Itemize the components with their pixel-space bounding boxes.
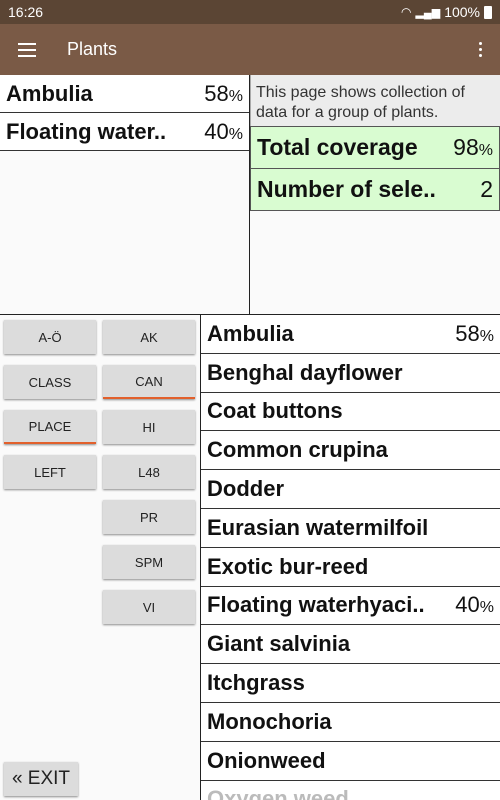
selected-value: 58 — [204, 80, 229, 106]
selected-name: Floating water.. — [6, 118, 167, 144]
plant-row[interactable]: Coat buttons — [201, 393, 500, 432]
menu-button[interactable] — [0, 24, 54, 75]
app-bar: Plants — [0, 24, 500, 75]
selected-unit: % — [228, 87, 243, 105]
region-can-button[interactable]: CAN — [103, 365, 195, 399]
place-button[interactable]: PLACE — [4, 410, 96, 444]
battery-icon — [484, 5, 492, 19]
description-text: This page shows collection of data for a… — [250, 75, 500, 127]
plant-value: 40 — [455, 592, 480, 618]
status-time: 16:26 — [8, 4, 44, 20]
plant-name: Floating waterhyaci.. — [207, 592, 425, 618]
plant-name: Monochoria — [207, 708, 332, 734]
selection-count-label: Number of sele.. — [257, 176, 436, 202]
sort-alpha-button[interactable]: A-Ö — [4, 320, 96, 354]
plant-unit: % — [479, 599, 494, 617]
plant-value: 58 — [455, 320, 480, 346]
selected-row[interactable]: Ambulia 58% — [0, 75, 249, 113]
plant-row[interactable]: Eurasian watermilfoil — [201, 509, 500, 548]
plant-name: Benghal dayflower — [207, 359, 403, 385]
plant-row[interactable]: Itchgrass — [201, 664, 500, 703]
plant-name: Eurasian watermilfoil — [207, 514, 429, 540]
overflow-menu-button[interactable] — [460, 24, 500, 75]
filter-button-panel: A-Ö CLASS PLACE LEFT AK CAN HI L48 PR SP… — [0, 315, 200, 800]
plant-name: Giant salvinia — [207, 631, 351, 657]
plant-name: Onionweed — [207, 747, 326, 773]
exit-button[interactable]: « EXIT — [4, 762, 78, 796]
plant-row[interactable]: Exotic bur-reed — [201, 548, 500, 587]
plant-name: Exotic bur-reed — [207, 553, 369, 579]
page-title: Plants — [67, 39, 118, 59]
signal-icon: ▂▄▆ — [415, 6, 441, 19]
region-vi-button[interactable]: VI — [103, 590, 195, 624]
wifi-icon: ◠ — [400, 5, 412, 19]
region-pr-button[interactable]: PR — [103, 500, 195, 534]
plant-name: Ambulia — [207, 320, 294, 346]
plant-row[interactable]: Oxygen weed — [201, 781, 500, 800]
plant-row[interactable]: Benghal dayflower — [201, 354, 500, 393]
total-coverage-value: 98 — [453, 134, 479, 160]
class-button[interactable]: CLASS — [4, 365, 96, 399]
selected-name: Ambulia — [6, 80, 93, 106]
plant-name: Oxygen weed — [207, 786, 349, 800]
selection-count-row: Number of sele.. 2 — [250, 168, 500, 211]
info-panel: This page shows collection of data for a… — [250, 75, 500, 314]
left-button[interactable]: LEFT — [4, 455, 96, 489]
selected-unit: % — [228, 125, 243, 143]
hamburger-icon — [18, 42, 36, 57]
plant-name: Dodder — [207, 476, 284, 502]
status-bar: 16:26 ◠ ▂▄▆ 100% — [0, 0, 500, 24]
total-coverage-row: Total coverage 98% — [250, 126, 500, 169]
plant-unit: % — [479, 327, 494, 345]
plant-row[interactable]: Dodder — [201, 470, 500, 509]
selection-count-value: 2 — [480, 176, 493, 202]
selected-plants-panel: Ambulia 58% Floating water.. 40% — [0, 75, 250, 314]
plant-row[interactable]: Floating waterhyaci.. 40% — [201, 587, 500, 626]
selected-value: 40 — [204, 118, 229, 144]
region-hi-button[interactable]: HI — [103, 410, 195, 444]
selected-row[interactable]: Floating water.. 40% — [0, 113, 249, 151]
plant-row[interactable]: Monochoria — [201, 703, 500, 742]
total-coverage-unit: % — [478, 142, 493, 159]
plant-row[interactable]: Ambulia 58% — [201, 315, 500, 354]
battery-percent: 100% — [444, 4, 480, 20]
plant-list: Ambulia 58% Benghal dayflower Coat butto… — [200, 315, 500, 800]
plant-name: Common crupina — [207, 437, 388, 463]
region-spm-button[interactable]: SPM — [103, 545, 195, 579]
region-l48-button[interactable]: L48 — [103, 455, 195, 489]
total-coverage-label: Total coverage — [257, 134, 418, 160]
plant-row[interactable]: Onionweed — [201, 742, 500, 781]
plant-row[interactable]: Giant salvinia — [201, 625, 500, 665]
plant-name: Itchgrass — [207, 670, 305, 696]
plant-name: Coat buttons — [207, 398, 343, 424]
plant-row[interactable]: Common crupina — [201, 431, 500, 471]
region-ak-button[interactable]: AK — [103, 320, 195, 354]
more-vert-icon — [478, 42, 482, 57]
